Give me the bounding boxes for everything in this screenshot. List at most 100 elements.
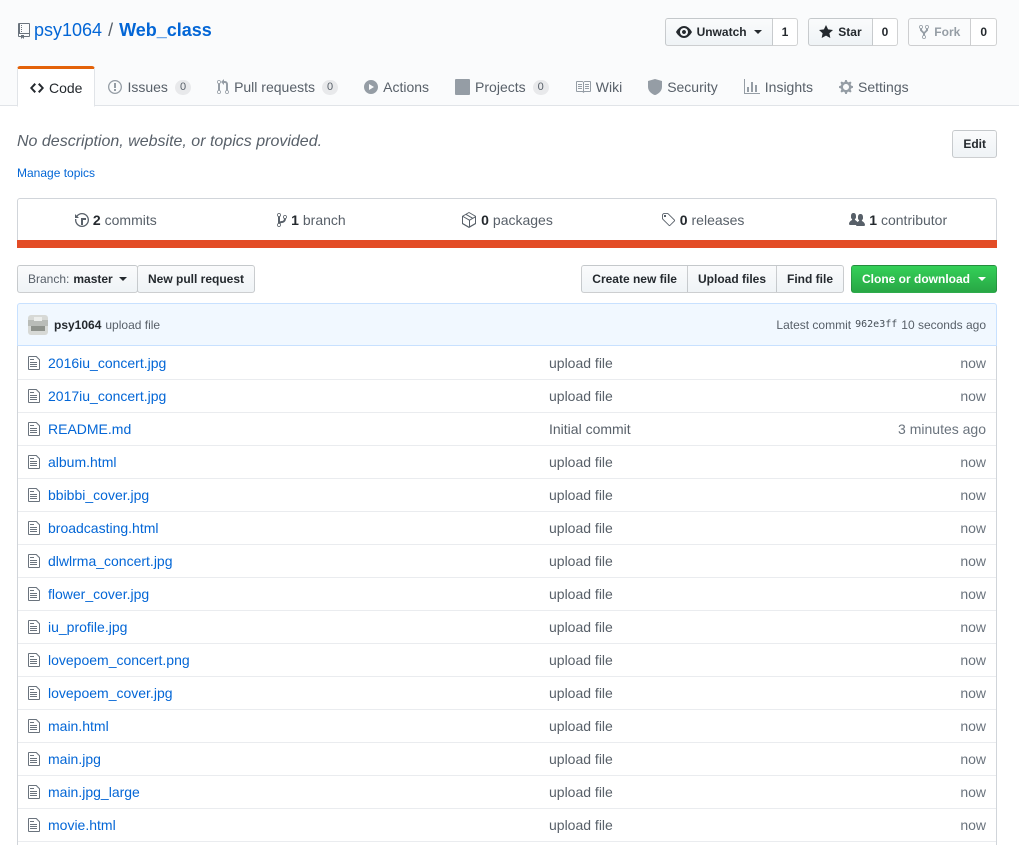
- commit-author-link[interactable]: psy1064: [54, 318, 101, 332]
- table-row: album.html upload file now: [18, 445, 996, 478]
- fork-button[interactable]: Fork: [908, 18, 972, 46]
- file-commit-message-link[interactable]: upload file: [549, 454, 846, 470]
- branches-link[interactable]: 1 branch: [214, 199, 410, 241]
- table-row: lovepoem_concert.png upload file now: [18, 643, 996, 676]
- releases-link[interactable]: 0 releases: [605, 199, 801, 241]
- table-row: broadcasting.html upload file now: [18, 511, 996, 544]
- create-new-file-button[interactable]: Create new file: [581, 265, 688, 293]
- commit-time: 10 seconds ago: [901, 317, 986, 332]
- file-name-link[interactable]: movie.html: [48, 817, 549, 833]
- clone-or-download-button[interactable]: Clone or download: [851, 265, 997, 293]
- file-name-link[interactable]: main.jpg_large: [48, 784, 549, 800]
- file-commit-message-link[interactable]: upload file: [549, 784, 846, 800]
- file-commit-message-link[interactable]: upload file: [549, 553, 846, 569]
- stargazers-count[interactable]: 0: [872, 18, 899, 46]
- tab-pull-requests[interactable]: Pull requests 0: [204, 66, 351, 106]
- file-name-link[interactable]: lovepoem_cover.jpg: [48, 685, 549, 701]
- star-button[interactable]: Star: [808, 18, 873, 46]
- packages-link[interactable]: 0 packages: [409, 199, 605, 241]
- edit-description-button[interactable]: Edit: [952, 130, 997, 158]
- watchers-count[interactable]: 1: [772, 18, 799, 46]
- manage-topics-link[interactable]: Manage topics: [17, 166, 95, 180]
- file-name-link[interactable]: iu_profile.jpg: [48, 619, 549, 635]
- file-actions: Create new file Upload files Find file C…: [581, 265, 997, 293]
- tab-code[interactable]: Code: [17, 66, 96, 107]
- commit-sha-link[interactable]: 962e3ff: [855, 319, 897, 330]
- file-icon: [18, 553, 48, 569]
- commit-message-link[interactable]: upload file: [105, 318, 160, 332]
- branch-name: master: [73, 272, 113, 286]
- organization-icon: [849, 213, 866, 226]
- file-name-link[interactable]: broadcasting.html: [48, 520, 549, 536]
- commits-link[interactable]: 2 commits: [18, 199, 214, 241]
- table-row: movie.html upload file now: [18, 808, 996, 841]
- tab-actions-label: Actions: [383, 79, 430, 95]
- file-name-link[interactable]: main.html: [48, 718, 549, 734]
- numbers-summary: 2 commits 1 branch 0 packages 0 releases…: [17, 198, 997, 248]
- file-name-link[interactable]: README.md: [48, 421, 549, 437]
- file-name-link[interactable]: lovepoem_concert.png: [48, 652, 549, 668]
- table-row: dlwlrma_concert.jpg upload file now: [18, 544, 996, 577]
- language-bar[interactable]: [17, 240, 997, 248]
- play-icon: [364, 80, 379, 94]
- file-icon: [18, 718, 48, 734]
- file-name-link[interactable]: flower_cover.jpg: [48, 586, 549, 602]
- file-commit-message-link[interactable]: Initial commit: [549, 421, 846, 437]
- avatar[interactable]: [28, 314, 48, 335]
- file-icon: [18, 421, 48, 437]
- repo-owner-link[interactable]: psy1064: [34, 20, 102, 41]
- file-name-link[interactable]: 2016iu_concert.jpg: [48, 355, 549, 371]
- file-commit-message-link[interactable]: upload file: [549, 751, 846, 767]
- eye-icon: [675, 26, 692, 38]
- tab-issues[interactable]: Issues 0: [95, 66, 204, 106]
- tab-projects[interactable]: Projects 0: [442, 66, 562, 106]
- file-commit-message-link[interactable]: upload file: [549, 685, 846, 701]
- file-commit-message-link[interactable]: upload file: [549, 817, 846, 833]
- file-icon: [18, 817, 48, 833]
- file-commit-message-link[interactable]: upload file: [549, 718, 846, 734]
- file-age: 3 minutes ago: [898, 421, 986, 437]
- table-row: main.jpg_large upload file now: [18, 775, 996, 808]
- upload-files-button[interactable]: Upload files: [686, 265, 777, 293]
- file-icon: [18, 685, 48, 701]
- repo-separator: /: [108, 20, 114, 40]
- project-icon: [455, 79, 471, 95]
- chevron-down-icon: [978, 277, 986, 281]
- contributors-link[interactable]: 1 contributor: [800, 199, 996, 241]
- file-age: now: [960, 685, 986, 701]
- file-name-link[interactable]: main.jpg: [48, 751, 549, 767]
- new-pull-request-button[interactable]: New pull request: [137, 265, 256, 293]
- repo-name-link[interactable]: Web_class: [119, 20, 212, 41]
- find-file-button[interactable]: Find file: [776, 265, 844, 293]
- tab-wiki[interactable]: Wiki: [562, 66, 635, 106]
- tab-insights[interactable]: Insights: [731, 66, 826, 106]
- file-commit-message-link[interactable]: upload file: [549, 487, 846, 503]
- file-name-link[interactable]: album.html: [48, 454, 549, 470]
- star-group: Star 0: [808, 18, 899, 46]
- tab-security[interactable]: Security: [635, 66, 731, 106]
- file-navigation: Branch: master New pull request Create n…: [17, 265, 997, 293]
- file-commit-message-link[interactable]: upload file: [549, 388, 846, 404]
- unwatch-button[interactable]: Unwatch: [664, 18, 773, 46]
- file-name-link[interactable]: dlwlrma_concert.jpg: [48, 553, 549, 569]
- file-commit-message-link[interactable]: upload file: [549, 652, 846, 668]
- file-name-link[interactable]: 2017iu_concert.jpg: [48, 388, 549, 404]
- file-commit-message-link[interactable]: upload file: [549, 586, 846, 602]
- repo-icon: [18, 22, 30, 39]
- repo-actions: Unwatch 1 Star 0 Fork 0: [664, 18, 997, 46]
- tab-settings[interactable]: Settings: [826, 66, 922, 106]
- clone-label: Clone or download: [862, 272, 970, 286]
- file-commit-message-link[interactable]: upload file: [549, 619, 846, 635]
- branch-select-button[interactable]: Branch: master: [17, 265, 138, 293]
- table-row: main.jpg upload file now: [18, 742, 996, 775]
- file-age: now: [960, 553, 986, 569]
- forks-count[interactable]: 0: [971, 18, 997, 46]
- table-row: 2016iu_concert.jpg upload file now: [18, 346, 996, 379]
- contributors-count: 1: [869, 212, 877, 228]
- latest-commit-prefix: Latest commit: [776, 317, 852, 332]
- file-name-link[interactable]: bbibbi_cover.jpg: [48, 487, 549, 503]
- file-commit-message-link[interactable]: upload file: [549, 355, 846, 371]
- tab-actions[interactable]: Actions: [351, 66, 442, 106]
- tab-insights-label: Insights: [764, 79, 814, 95]
- file-commit-message-link[interactable]: upload file: [549, 520, 846, 536]
